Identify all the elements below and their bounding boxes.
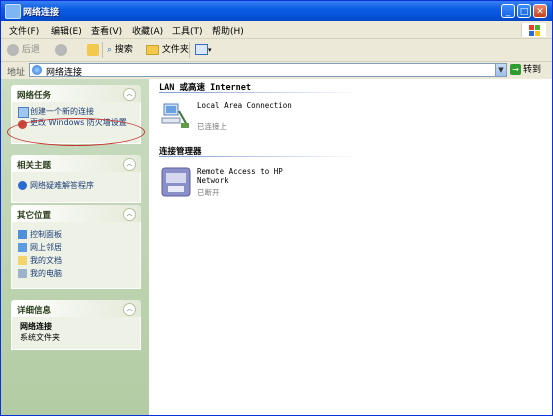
connection-status: 已连接上 [197, 122, 227, 131]
views-icon [195, 44, 208, 55]
maximize-button[interactable]: □ [517, 4, 531, 18]
collapse-chevron-icon[interactable]: ︿ [123, 303, 136, 316]
go-icon: → [510, 64, 521, 75]
place-control-panel[interactable]: 控制面板 [12, 228, 140, 241]
related-troubleshooter[interactable]: 网络疑难解答程序 [12, 175, 140, 198]
new-connection-icon [18, 107, 29, 118]
toolbar: 后退 ⌕ 搜索 文件夹 ▾ [1, 39, 552, 62]
place-my-documents[interactable]: 我的文档 [12, 254, 140, 267]
details-name: 网络连接 [20, 322, 52, 331]
place-label: 我的电脑 [30, 269, 62, 278]
window-title: 网络连接 [23, 8, 60, 18]
up-icon [87, 43, 99, 56]
views-button[interactable]: ▾ [195, 43, 212, 57]
other-places-header[interactable]: 其它位置 ︿ [11, 205, 141, 222]
address-bar: 地址 网络连接 [1, 62, 552, 79]
address-dropdown-button[interactable]: ▼ [495, 63, 507, 77]
other-places-title: 其它位置 [17, 211, 52, 221]
address-input[interactable]: 网络连接 [29, 63, 507, 78]
explorer-window: 网络连接 _ □ ✕ 文件(F) 编辑(E) 查看(V) 收藏(A) 工具(T)… [0, 0, 553, 416]
folder-icon [146, 44, 159, 55]
place-network-places[interactable]: 网上邻居 [12, 241, 140, 254]
connection-name: Remote Access to HP Network [197, 167, 283, 185]
details-header[interactable]: 详细信息 ︿ [11, 300, 141, 317]
related-topics-title: 相关主题 [17, 161, 52, 171]
up-button[interactable] [87, 43, 99, 57]
details-title: 详细信息 [17, 306, 52, 316]
address-label: 地址 [7, 68, 26, 78]
toolbar-separator [189, 42, 190, 58]
connection-local-area[interactable]: Local Area Connection 已连接上 [161, 101, 311, 135]
go-label: 转到 [523, 65, 542, 75]
place-label: 网上邻居 [30, 243, 62, 252]
network-connections-icon [5, 4, 21, 19]
file-list-pane: LAN 或高速 Internet Local Area Connection 已… [149, 79, 552, 415]
menu-help[interactable]: 帮助(H) [212, 24, 244, 37]
details-type: 系统文件夹 [20, 333, 60, 342]
menu-tools[interactable]: 工具(T) [172, 24, 203, 37]
related-topics-header[interactable]: 相关主题 ︿ [11, 155, 141, 172]
back-label: 后退 [21, 45, 40, 55]
go-button[interactable]: → 转到 [510, 63, 541, 77]
minimize-button[interactable]: _ [501, 4, 515, 18]
title-bar[interactable]: 网络连接 _ □ ✕ [1, 1, 552, 21]
vpn-connection-icon [161, 167, 191, 197]
details-body: 网络连接 系统文件夹 [11, 317, 141, 350]
group-divider [159, 156, 359, 157]
forward-button[interactable] [55, 43, 67, 57]
menu-view[interactable]: 查看(V) [91, 24, 122, 37]
windows-logo-icon [521, 23, 546, 37]
connection-status: 已断开 [197, 188, 220, 197]
menu-bar: 文件(F) 编辑(E) 查看(V) 收藏(A) 工具(T) 帮助(H) [1, 21, 552, 39]
group-divider [159, 92, 359, 93]
menu-favorites[interactable]: 收藏(A) [132, 24, 163, 37]
highlight-annotation [7, 118, 145, 146]
control-panel-icon [18, 230, 27, 239]
back-button[interactable]: 后退 [7, 43, 40, 57]
related-topics-panel: 相关主题 ︿ 网络疑难解答程序 [11, 155, 141, 203]
search-button[interactable]: ⌕ 搜索 [107, 43, 133, 57]
connection-remote-access[interactable]: Remote Access to HP Network 已断开 [161, 167, 311, 201]
collapse-chevron-icon[interactable]: ︿ [123, 158, 136, 171]
info-icon [18, 181, 27, 190]
related-label: 网络疑难解答程序 [30, 181, 94, 190]
menu-edit[interactable]: 编辑(E) [51, 24, 82, 37]
other-places-body: 控制面板 网上邻居 我的文档 我的电脑 [11, 222, 141, 289]
folders-button[interactable]: 文件夹 [146, 43, 189, 57]
close-button[interactable]: ✕ [533, 4, 547, 18]
folders-label: 文件夹 [161, 45, 189, 55]
computer-icon [18, 269, 27, 278]
search-label: 搜索 [114, 45, 133, 55]
place-label: 控制面板 [30, 230, 62, 239]
network-places-icon [18, 243, 27, 252]
collapse-chevron-icon[interactable]: ︿ [123, 88, 136, 101]
network-tasks-header[interactable]: 网络任务 ︿ [11, 85, 141, 102]
other-places-panel: 其它位置 ︿ 控制面板 网上邻居 我的文档 我的电脑 [11, 205, 141, 289]
collapse-chevron-icon[interactable]: ︿ [123, 208, 136, 221]
documents-icon [18, 256, 27, 265]
task-create-connection[interactable]: 创建一个新的连接 [12, 105, 140, 118]
address-value: 网络连接 [46, 68, 83, 78]
task-label: 创建一个新的连接 [30, 107, 94, 116]
details-panel: 详细信息 ︿ 网络连接 系统文件夹 [11, 300, 141, 350]
network-tasks-title: 网络任务 [17, 91, 52, 101]
back-icon [7, 43, 19, 56]
related-topics-body: 网络疑难解答程序 [11, 172, 141, 203]
toolbar-separator [102, 42, 103, 58]
place-my-computer[interactable]: 我的电脑 [12, 267, 140, 280]
network-icon [32, 65, 42, 75]
connection-name: Local Area Connection [197, 101, 292, 110]
place-label: 我的文档 [30, 256, 62, 265]
menu-file[interactable]: 文件(F) [9, 24, 39, 37]
forward-icon [55, 43, 67, 56]
lan-connection-icon [161, 101, 191, 131]
search-icon: ⌕ [107, 45, 113, 55]
